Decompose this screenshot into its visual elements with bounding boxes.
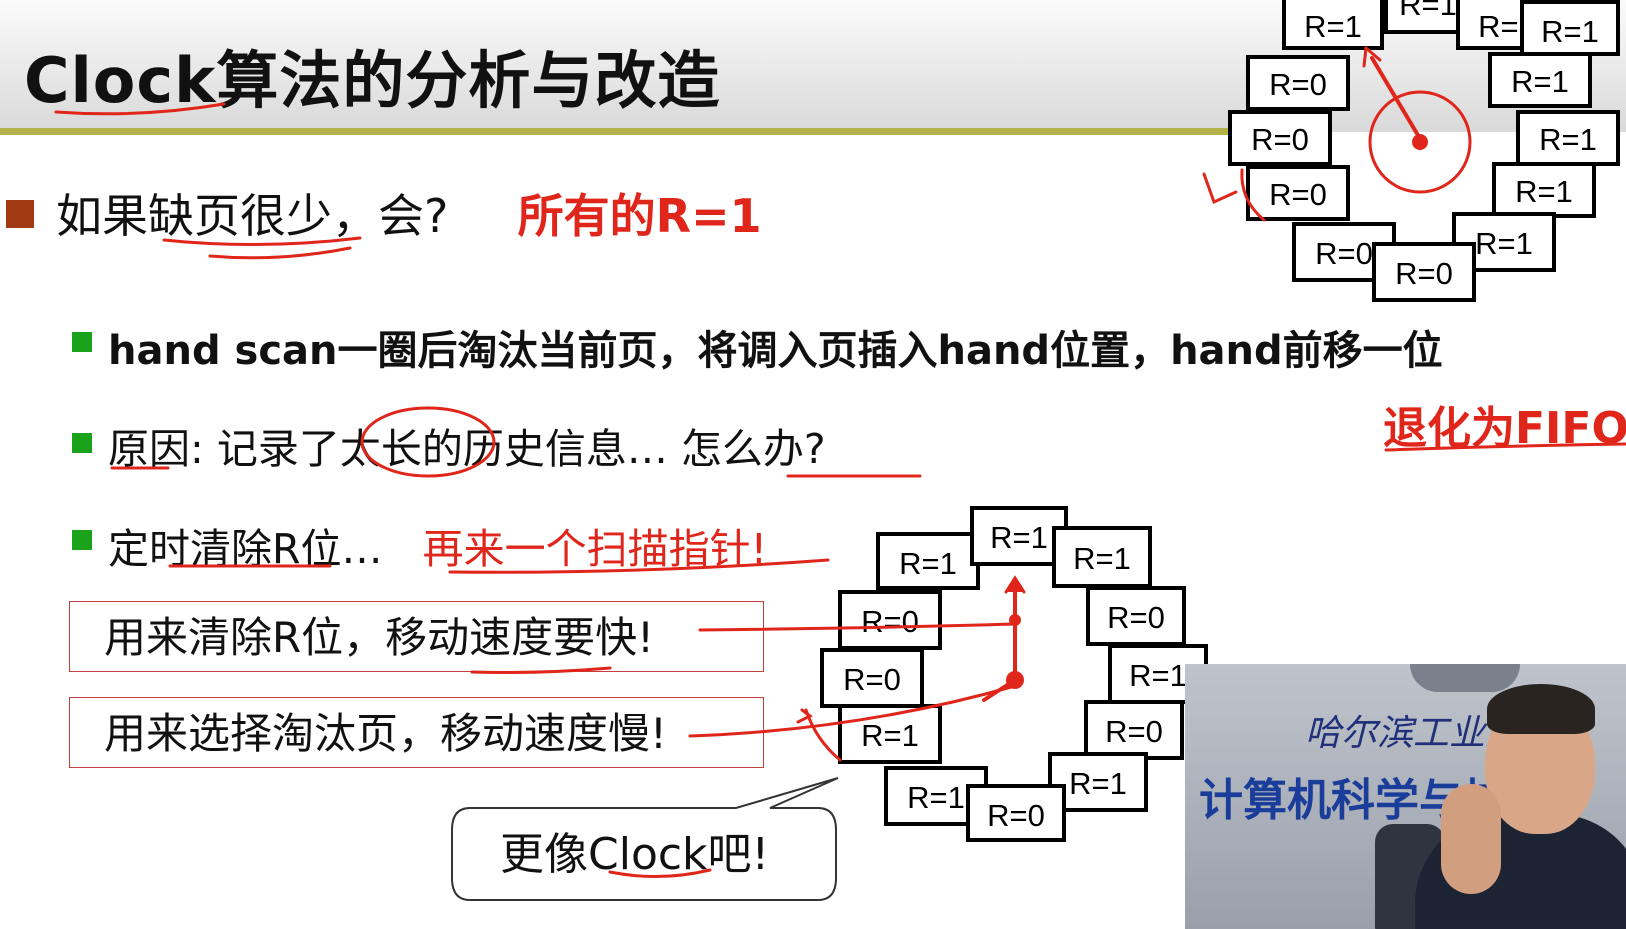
presenter-video: 哈尔滨工业大 计算机科学与技	[1185, 664, 1626, 929]
presenter-hair	[1487, 684, 1595, 734]
school-emblem	[1410, 664, 1520, 692]
title-underline	[54, 102, 226, 116]
presenter-hand	[1441, 784, 1501, 894]
